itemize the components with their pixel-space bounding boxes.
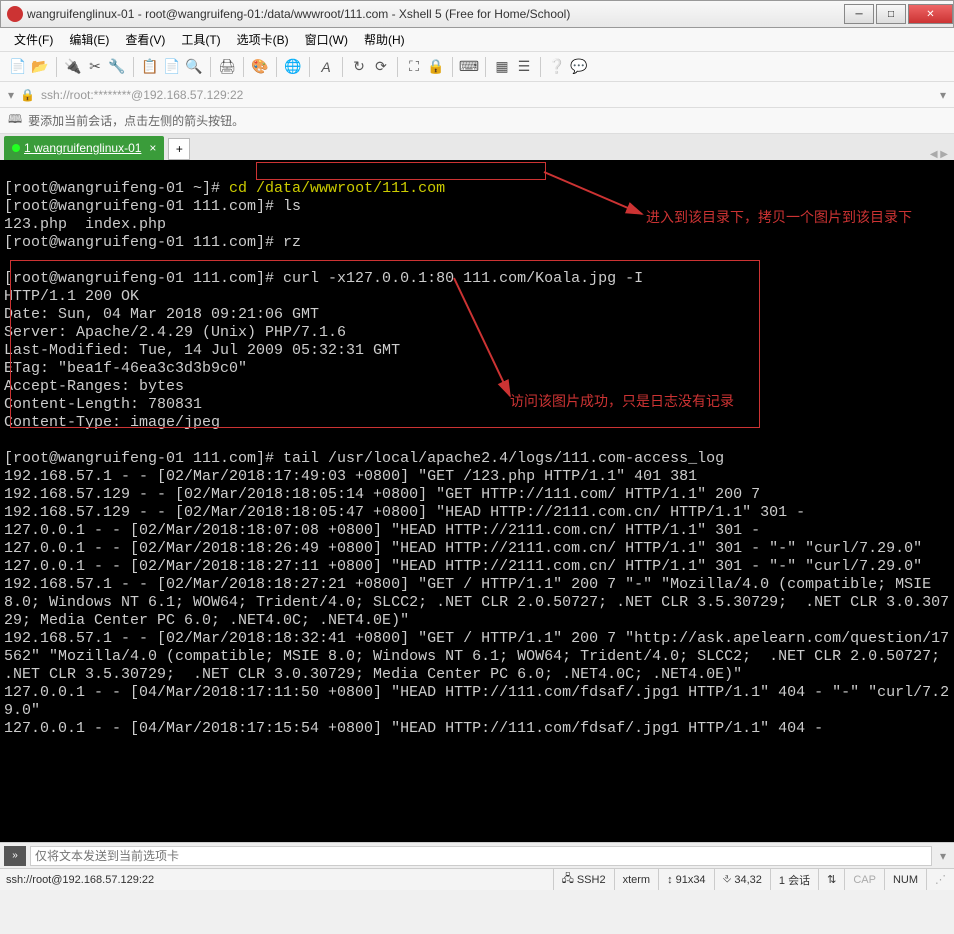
- status-net-icon: ⇅: [818, 869, 844, 890]
- address-input[interactable]: [41, 88, 926, 102]
- print-icon[interactable]: 🖨: [217, 57, 237, 77]
- address-bar: ▾ 🔒 ▾: [0, 82, 954, 108]
- hint-bar: 🕮 要添加当前会话，点击左侧的箭头按钮。: [0, 108, 954, 134]
- session-tab[interactable]: 1 wangruifenglinux-01 ×: [4, 136, 164, 160]
- app-icon: [7, 6, 23, 22]
- menu-file[interactable]: 文件(F): [8, 29, 59, 50]
- menubar: 文件(F) 编辑(E) 查看(V) 工具(T) 选项卡(B) 窗口(W) 帮助(…: [0, 28, 954, 52]
- maximize-button[interactable]: □: [876, 4, 906, 24]
- status-ssh: 🖧SSH2: [553, 869, 614, 890]
- keyboard-icon[interactable]: ⌨: [459, 57, 479, 77]
- refresh-icon[interactable]: ↻: [349, 57, 369, 77]
- arrow-2-icon: [454, 278, 574, 400]
- lock-icon[interactable]: 🔒: [426, 57, 446, 77]
- color-icon[interactable]: 🎨: [250, 57, 270, 77]
- send-mode-icon[interactable]: »: [4, 846, 26, 866]
- tab-bar: 1 wangruifenglinux-01 × + ◀ ▶: [0, 134, 954, 160]
- tab-close-icon[interactable]: ×: [149, 141, 156, 155]
- new-session-icon[interactable]: 📄: [8, 57, 28, 77]
- disconnect-icon[interactable]: ✂: [85, 57, 105, 77]
- help-icon[interactable]: ❔: [547, 57, 567, 77]
- info-icon[interactable]: 💬: [569, 57, 589, 77]
- status-size: ↕91x34: [658, 869, 713, 890]
- send-dropdown-icon[interactable]: ▾: [932, 849, 954, 863]
- fullscreen-icon[interactable]: ⛶: [404, 57, 424, 77]
- menu-window[interactable]: 窗口(W): [299, 29, 354, 50]
- menu-view[interactable]: 查看(V): [119, 29, 171, 50]
- status-grip-icon[interactable]: ⋰: [926, 869, 954, 890]
- globe-icon[interactable]: 🌐: [283, 57, 303, 77]
- font-icon[interactable]: A: [316, 57, 336, 77]
- annotation-text-2: 访问该图片成功，只是日志没有记录: [510, 392, 770, 410]
- open-icon[interactable]: 📂: [30, 57, 50, 77]
- status-term: xterm: [614, 869, 659, 890]
- send-input[interactable]: [30, 846, 932, 866]
- status-num: NUM: [884, 869, 926, 890]
- addr-dropdown-icon[interactable]: ▾: [8, 88, 14, 102]
- menu-edit[interactable]: 编辑(E): [63, 29, 115, 50]
- addr-arrow-icon[interactable]: ▾: [932, 88, 954, 102]
- minimize-button[interactable]: ─: [844, 4, 874, 24]
- status-bar: ssh://root@192.168.57.129:22 🖧SSH2 xterm…: [0, 868, 954, 890]
- annotation-box-1: [256, 162, 546, 180]
- terminal[interactable]: [root@wangruifeng-01 ~]# cd /data/wwwroo…: [0, 160, 954, 842]
- status-cap: CAP: [844, 869, 884, 890]
- find-icon[interactable]: 🔍: [184, 57, 204, 77]
- copy-icon[interactable]: 📋: [140, 57, 160, 77]
- ssh-icon: 🖧: [562, 870, 574, 889]
- arrow-1-icon: [544, 172, 646, 216]
- window-title: wangruifenglinux-01 - root@wangruifeng-0…: [27, 7, 842, 21]
- menu-help[interactable]: 帮助(H): [358, 29, 411, 50]
- tab-label: 1 wangruifenglinux-01: [24, 141, 141, 155]
- connect-icon[interactable]: 🔌: [63, 57, 83, 77]
- lock-icon: 🔒: [20, 88, 35, 102]
- menu-tools[interactable]: 工具(T): [175, 29, 226, 50]
- bookmark-icon[interactable]: 🕮: [8, 110, 22, 131]
- toolbar: 📄 📂 🔌 ✂ 🔧 📋 📄 🔍 🖨 🎨 🌐 A ↻ ⟳ ⛶ 🔒 ⌨ ▦ ☰ ❔ …: [0, 52, 954, 82]
- status-sessions: 1 会话: [770, 869, 818, 890]
- paste-icon[interactable]: 📄: [162, 57, 182, 77]
- send-bar: » ▾: [0, 842, 954, 868]
- menu-tabs[interactable]: 选项卡(B): [231, 29, 295, 50]
- hint-text: 要添加当前会话，点击左侧的箭头按钮。: [28, 112, 244, 129]
- tile-icon[interactable]: ▦: [492, 57, 512, 77]
- close-button[interactable]: ✕: [908, 4, 953, 24]
- tab-nav-arrows[interactable]: ◀ ▶: [930, 149, 948, 160]
- properties-icon[interactable]: 🔧: [107, 57, 127, 77]
- status-conn: ssh://root@192.168.57.129:22: [0, 874, 160, 886]
- status-pos: ⎀34,32: [714, 869, 770, 890]
- titlebar: wangruifenglinux-01 - root@wangruifeng-0…: [0, 0, 954, 28]
- status-dot-icon: [12, 144, 20, 152]
- add-tab-button[interactable]: +: [168, 138, 190, 160]
- reload-icon[interactable]: ⟳: [371, 57, 391, 77]
- annotation-text-1: 进入到该目录下，拷贝一个图片到该目录下: [646, 208, 936, 226]
- list-icon[interactable]: ☰: [514, 57, 534, 77]
